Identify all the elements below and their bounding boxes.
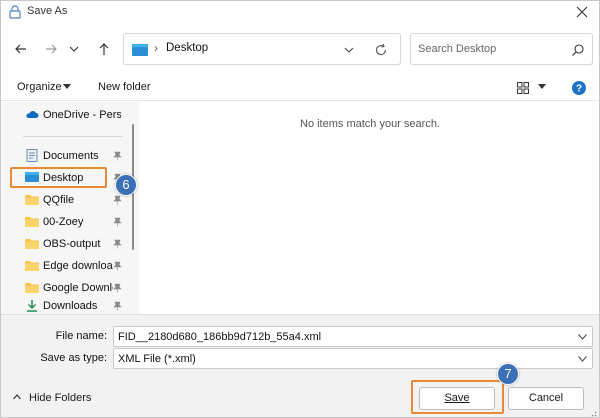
save-type-value[interactable]: XML File (*.xml) [118,353,196,365]
sidebar-item-documents[interactable]: Documents [21,146,131,166]
window-title: Save As [27,5,68,17]
command-bar: Organize New folder ? [1,75,599,101]
step-badge-7: 7 [497,363,519,385]
sidebar-item-downloads[interactable]: Downloads [21,296,131,316]
cloud-icon [26,111,39,118]
save-lock-icon [9,5,21,19]
pin-icon[interactable] [113,239,122,249]
pin-icon[interactable] [113,301,122,311]
sidebar-item-label: Google Downloads [43,282,113,294]
sidebar-item-00-zoey[interactable]: 00-Zoey [21,212,131,232]
file-name-value[interactable]: FID__2180d680_186bb9d712b_55a4.xml [118,331,321,343]
hide-folders-button[interactable]: Hide Folders [29,392,91,404]
arrow-up-icon[interactable] [96,41,112,57]
chevron-down-icon[interactable] [69,41,79,57]
folder-icon [25,261,39,271]
file-list-pane[interactable]: No items match your search. [140,102,599,314]
new-folder-button[interactable]: New folder [98,81,151,93]
organize-button[interactable]: Organize [17,81,62,93]
sidebar-item-onedrive[interactable]: OneDrive - Personal [21,105,131,125]
empty-message: No items match your search. [300,118,440,130]
chevron-down-icon[interactable] [342,44,356,56]
navigation-bar: › Desktop Search Desktop [1,33,599,65]
step-badge-6: 6 [115,174,137,196]
pin-icon[interactable] [113,283,122,293]
sidebar-item-obs-output[interactable]: OBS-output [21,234,131,254]
sidebar-item-edge-downloads[interactable]: Edge downloads [21,256,131,276]
address-location[interactable]: Desktop [166,42,208,54]
sidebar-item-google-downloads[interactable]: Google Downloads [21,278,131,298]
sidebar-item-label: Edge downloads [43,260,113,272]
document-icon [26,149,38,162]
save-type-label: Save as type: [40,352,107,364]
arrow-right-icon[interactable] [43,41,59,57]
save-highlight-annotation [411,380,504,414]
path-separator: › [154,41,158,55]
arrow-left-icon[interactable] [13,41,29,57]
pin-icon[interactable] [113,217,122,227]
chevron-down-icon[interactable] [578,334,587,340]
folder-icon [25,195,39,205]
sidebar-item-qqfile[interactable]: QQfile [21,190,131,210]
svg-text:?: ? [576,84,582,95]
search-icon[interactable] [571,43,585,57]
cancel-button[interactable]: Cancel [508,387,584,410]
desktop-icon [132,44,148,56]
folder-icon [25,283,39,293]
file-name-label: File name: [55,330,107,342]
sidebar-item-label: QQfile [43,194,75,206]
close-icon[interactable] [573,3,591,21]
navigation-pane: OneDrive - Personal Documents Desktop [1,102,139,314]
refresh-icon[interactable] [373,42,389,58]
sidebar-item-label: OBS-output [43,238,101,250]
chevron-up-icon[interactable] [13,394,21,400]
sidebar-item-label: Downloads [43,300,98,312]
download-icon [27,300,37,312]
folder-icon [25,217,39,227]
cancel-button-label: Cancel [528,392,564,404]
help-icon[interactable]: ? [572,81,586,95]
file-name-field[interactable]: FID__2180d680_186bb9d712b_55a4.xml [113,326,593,347]
search-input[interactable]: Search Desktop [418,43,496,55]
grid-view-icon[interactable] [517,82,529,94]
sidebar-item-label: 00-Zoey [43,216,84,228]
save-type-select[interactable]: XML File (*.xml) [113,348,593,369]
caret-down-icon[interactable] [63,84,71,90]
resize-grip-icon[interactable] [589,409,597,417]
chevron-down-icon[interactable] [578,356,587,362]
caret-down-icon[interactable] [538,84,546,90]
desktop-highlight-annotation [10,167,107,188]
sidebar-divider [23,136,123,137]
sidebar-item-label: OneDrive - Personal [43,109,121,121]
pin-icon[interactable] [113,151,122,161]
folder-icon [25,239,39,249]
sidebar-item-label: Documents [43,150,99,162]
search-box[interactable]: Search Desktop [410,33,593,65]
address-bar[interactable]: › Desktop [123,33,401,65]
pin-icon[interactable] [113,261,122,271]
pin-icon[interactable] [113,195,122,205]
title-bar: Save As [1,1,599,23]
save-as-dialog: Save As › Desktop Search Desktop Organiz… [0,0,600,418]
